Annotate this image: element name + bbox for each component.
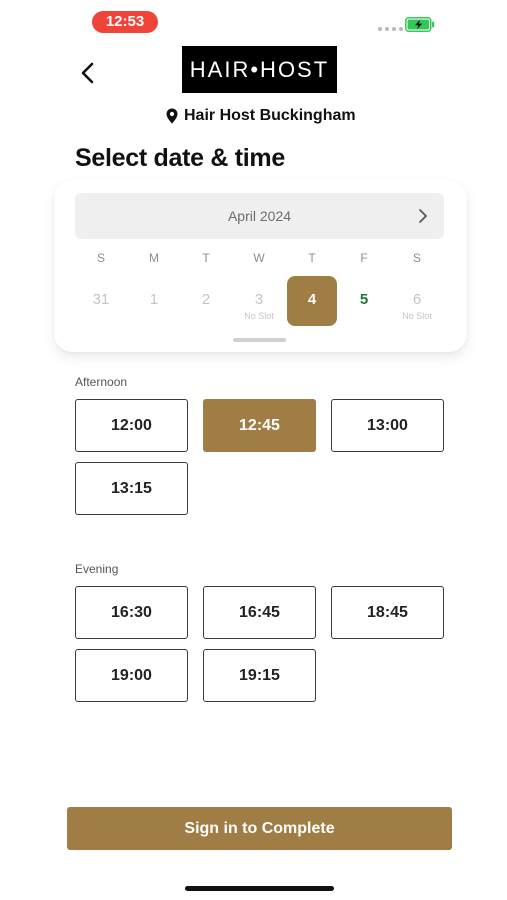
- evening-label: Evening: [75, 562, 119, 576]
- weekday-fri: F: [360, 251, 368, 265]
- day-number: 6: [412, 291, 422, 308]
- day-number: 3: [254, 291, 264, 308]
- location-name: Hair Host Buckingham: [184, 107, 356, 124]
- no-slot-note: No Slot: [244, 311, 274, 321]
- day-number: 31: [92, 291, 110, 308]
- month-bar: April 2024: [75, 193, 444, 239]
- time-slot[interactable]: 19:00: [75, 649, 188, 702]
- status-time: 12:53: [92, 11, 158, 33]
- time-slot[interactable]: 13:15: [75, 462, 188, 515]
- weekday-tue: T: [202, 251, 210, 265]
- day-cell-available[interactable]: 5: [339, 276, 389, 326]
- day-cell: 3 No Slot: [234, 276, 284, 326]
- day-cell: 31: [76, 276, 126, 326]
- weekday-sat: S: [412, 251, 421, 265]
- location: Hair Host Buckingham: [166, 107, 356, 125]
- day-number: 5: [359, 291, 369, 308]
- day-cell: 6 No Slot: [392, 276, 442, 326]
- time-slot[interactable]: 12:00: [75, 399, 188, 452]
- day-cell: 1: [129, 276, 179, 326]
- brand-logo: HAIR•HOST: [182, 46, 337, 93]
- weekday-sun: S: [96, 251, 105, 265]
- page-title: Select date & time: [75, 144, 285, 172]
- time-slot[interactable]: 18:45: [331, 586, 444, 639]
- signal-dots-icon: [378, 27, 403, 31]
- day-number: 1: [149, 291, 159, 308]
- drag-handle[interactable]: [233, 338, 286, 342]
- day-number: 2: [201, 291, 211, 308]
- month-label: April 2024: [227, 208, 292, 224]
- day-cell-selected[interactable]: 4: [287, 276, 337, 326]
- no-slot-note: No Slot: [402, 311, 432, 321]
- time-slot[interactable]: 19:15: [203, 649, 316, 702]
- next-month-button[interactable]: [416, 208, 430, 224]
- weekday-wed: W: [253, 251, 265, 265]
- calendar-card: April 2024 S M T W T F S 31 1 2 3 No Slo…: [54, 180, 467, 352]
- afternoon-label: Afternoon: [75, 375, 128, 389]
- sign-in-to-complete-button[interactable]: Sign in to Complete: [67, 807, 452, 850]
- time-slot[interactable]: 16:30: [75, 586, 188, 639]
- battery-charging-icon: [405, 17, 435, 32]
- weekday-thu: T: [308, 251, 316, 265]
- time-slot-selected[interactable]: 12:45: [203, 399, 316, 452]
- map-pin-icon: [166, 108, 178, 124]
- back-button[interactable]: [74, 58, 102, 88]
- home-indicator: [185, 886, 334, 891]
- day-cell: 2: [181, 276, 231, 326]
- day-number: 4: [307, 291, 317, 308]
- time-slot[interactable]: 16:45: [203, 586, 316, 639]
- time-slot[interactable]: 13:00: [331, 399, 444, 452]
- logo-text: HAIR•HOST: [189, 56, 330, 82]
- weekday-mon: M: [149, 251, 159, 265]
